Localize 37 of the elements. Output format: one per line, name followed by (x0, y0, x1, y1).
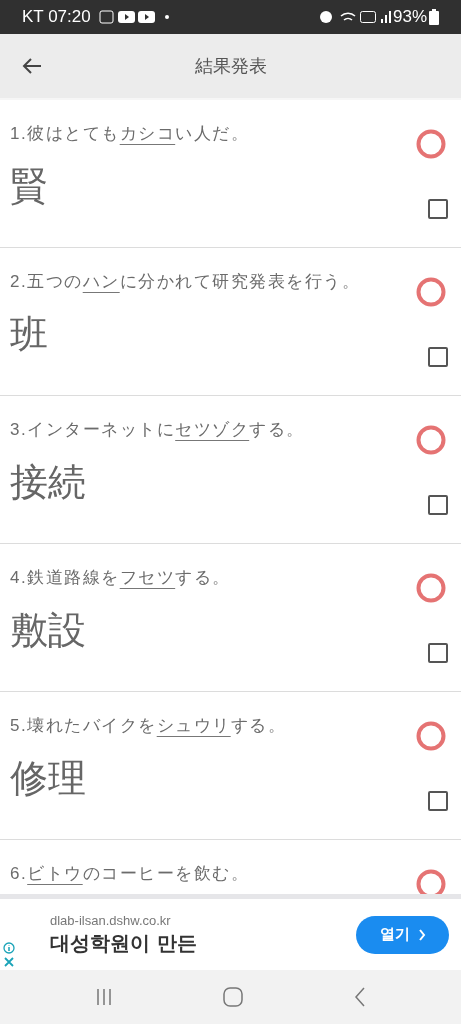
hd-icon (359, 11, 376, 23)
question-sentence: 4.鉄道路線を フセツする。 (10, 567, 232, 589)
ad-headline: 대성학원이 만든 (50, 929, 198, 957)
status-carrier-time: KT 07:20 (22, 6, 91, 29)
home-icon[interactable] (223, 987, 244, 1007)
checkbox[interactable] (428, 791, 448, 811)
ad-url: dlab-ilsan.dshw.co.kr (50, 912, 172, 929)
info-icon[interactable] (3, 942, 15, 954)
wifi-icon (339, 12, 356, 22)
battery-percentage: 93% (392, 6, 427, 29)
play-icon (117, 11, 135, 23)
alarm-icon (319, 11, 332, 23)
signal-icon (380, 11, 391, 23)
chevron-right-icon (417, 928, 426, 941)
checkbox[interactable] (428, 347, 448, 367)
app-notification-icon (98, 10, 114, 24)
dot-icon (164, 15, 169, 19)
question-sentence: 6.ビトウのコーヒーを飲む。 (10, 863, 251, 885)
answer-kanji: 接続 (10, 459, 86, 506)
checkbox[interactable] (428, 643, 448, 663)
close-icon[interactable] (3, 956, 15, 968)
answer-kanji: 賢 (10, 163, 48, 210)
screen-title: 結果発表 (194, 54, 267, 78)
question-sentence: 1.彼はとても カシコ い人だ。 (10, 123, 251, 145)
checkbox[interactable] (428, 495, 448, 515)
question-sentence: 2.五つのハン に分かれて研究発表を行う。 (10, 271, 362, 293)
play-icon (137, 11, 155, 23)
answer-kanji: 修理 (10, 755, 86, 802)
recent-apps-icon[interactable] (95, 988, 114, 1006)
checkbox[interactable] (428, 199, 448, 219)
question-sentence: 5.壊れたバイクを シュウリ する。 (10, 715, 288, 737)
question-sentence: 3.インターネットにセツゾクする。 (10, 419, 306, 441)
back-icon[interactable] (353, 987, 366, 1007)
answer-kanji: 敷設 (10, 607, 86, 654)
battery-icon (429, 9, 439, 25)
answer-kanji: 班 (10, 311, 48, 358)
back-arrow-icon (22, 57, 42, 75)
